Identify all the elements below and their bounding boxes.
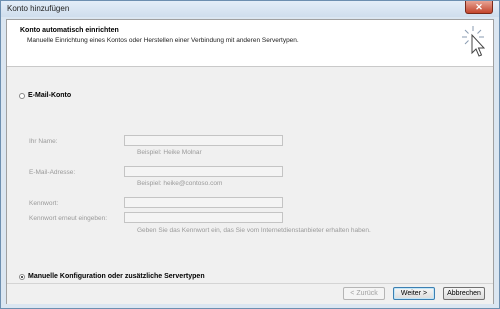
password-repeat-input[interactable]	[124, 212, 283, 223]
cursor-click-icon	[462, 26, 485, 57]
header-subtitle: Manuelle Einrichtung eines Kontos oder H…	[27, 37, 299, 44]
header-title: Konto automatisch einrichten	[20, 27, 119, 34]
back-button[interactable]: < Zurück	[343, 287, 385, 300]
email-address-label: E-Mail-Adresse:	[29, 169, 76, 176]
name-label: Ihr Name:	[29, 138, 58, 145]
email-account-radio[interactable]	[19, 93, 25, 99]
password-repeat-label: Kennwort erneut eingeben:	[29, 215, 108, 222]
password-label: Kennwort:	[29, 200, 59, 207]
dialog-header: Konto automatisch einrichten Manuelle Ei…	[7, 20, 493, 67]
dialog-body: E-Mail-Konto Ihr Name: Beispiel: Heike M…	[7, 67, 493, 283]
close-button[interactable]: ✕	[465, 1, 493, 14]
password-input[interactable]	[124, 197, 283, 208]
title-bar: Konto hinzufügen ✕	[1, 1, 499, 17]
name-hint: Beispiel: Heike Molnar	[137, 149, 202, 156]
manual-config-radio[interactable]	[19, 274, 25, 280]
email-hint: Beispiel: heike@contoso.com	[137, 180, 223, 187]
next-button[interactable]: Weiter >	[393, 287, 435, 300]
dialog-footer: < Zurück Weiter > Abbrechen	[7, 283, 493, 304]
cancel-button[interactable]: Abbrechen	[443, 287, 485, 300]
email-account-label[interactable]: E-Mail-Konto	[28, 92, 71, 99]
name-input[interactable]	[124, 135, 283, 146]
dialog-content: Konto automatisch einrichten Manuelle Ei…	[6, 19, 494, 304]
window-title: Konto hinzufügen	[7, 4, 70, 13]
add-account-dialog: Konto hinzufügen ✕ Konto automatisch ein…	[0, 0, 500, 309]
email-address-input[interactable]	[124, 166, 283, 177]
password-hint: Geben Sie das Kennwort ein, das Sie vom …	[137, 227, 371, 234]
close-icon: ✕	[475, 2, 483, 12]
manual-config-label[interactable]: Manuelle Konfiguration oder zusätzliche …	[28, 273, 205, 280]
